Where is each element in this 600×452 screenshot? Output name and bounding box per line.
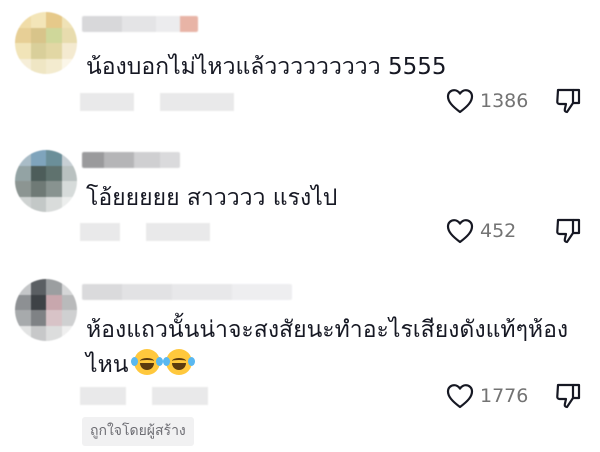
thumbs-down-icon[interactable] <box>554 382 582 410</box>
avatar-pixel <box>46 279 62 295</box>
avatar-pixel <box>61 181 77 197</box>
comment-text-content: ห้องแถวนั้นน่าจะสงสัยนะทำอะไรเสียงดังแท้… <box>86 317 569 378</box>
username-blurred[interactable] <box>82 152 180 168</box>
avatar[interactable] <box>15 12 77 74</box>
avatar-pixel <box>30 165 46 181</box>
avatar[interactable] <box>15 150 77 212</box>
thumbs-down-icon[interactable] <box>554 87 582 115</box>
avatar-pixel <box>46 310 62 326</box>
avatar-pixel <box>30 150 46 166</box>
avatar-pixel <box>46 165 62 181</box>
avatar-pixel <box>30 325 46 341</box>
avatar-pixel <box>61 165 77 181</box>
avatar-pixel <box>61 43 77 59</box>
avatar-pixel <box>15 310 31 326</box>
avatar-pixel <box>15 58 31 74</box>
comment-text: น้องบอกไม่ไหวแล้ววววววววว 5555 <box>86 54 447 80</box>
avatar-pixel <box>30 58 46 74</box>
avatar-pixel <box>61 58 77 74</box>
avatar-pixel <box>46 27 62 43</box>
comment-meta-blurred <box>80 387 208 405</box>
avatar-pixel <box>61 310 77 326</box>
username-blurred[interactable] <box>82 284 292 300</box>
avatar-pixel <box>15 150 31 166</box>
avatar-pixel <box>46 196 62 212</box>
avatar-pixel <box>61 196 77 212</box>
avatar-pixel <box>30 181 46 197</box>
like-group: 1386 <box>446 87 582 115</box>
avatar[interactable] <box>15 279 77 341</box>
avatar-pixel <box>61 279 77 295</box>
heart-icon[interactable] <box>446 218 474 244</box>
avatar-pixel <box>15 196 31 212</box>
like-count: 1776 <box>480 385 529 407</box>
liked-by-creator-badge: ถูกใจโดยผู้สร้าง <box>82 417 194 446</box>
avatar-pixel <box>30 279 46 295</box>
avatar-pixel <box>61 27 77 43</box>
avatar-pixel <box>46 150 62 166</box>
avatar-pixel <box>15 325 31 341</box>
avatar-pixel <box>46 12 62 28</box>
heart-icon[interactable] <box>446 88 474 114</box>
avatar-pixel <box>15 12 31 28</box>
avatar-pixel <box>46 181 62 197</box>
avatar-pixel <box>15 165 31 181</box>
laughing-emoji-icon <box>131 349 164 375</box>
like-count: 1386 <box>480 90 529 112</box>
comment-meta-blurred <box>80 223 210 241</box>
avatar-pixel <box>30 43 46 59</box>
avatar-pixel <box>30 310 46 326</box>
comment-text: ห้องแถวนั้นน่าจะสงสัยนะทำอะไรเสียงดังแท้… <box>86 313 586 383</box>
avatar-pixel <box>61 150 77 166</box>
avatar-pixel <box>30 294 46 310</box>
like-group: 452 <box>446 217 582 245</box>
like-group: 1776 <box>446 382 582 410</box>
like-count: 452 <box>480 220 517 242</box>
heart-icon[interactable] <box>446 383 474 409</box>
avatar-pixel <box>15 294 31 310</box>
comment-text: โอ้ยยยยย สาวววว แรงไป <box>86 185 338 211</box>
comment-meta-blurred <box>80 93 234 111</box>
avatar-pixel <box>61 325 77 341</box>
thumbs-down-icon[interactable] <box>554 217 582 245</box>
laughing-emoji-icon <box>163 349 196 375</box>
avatar-pixel <box>30 12 46 28</box>
avatar-pixel <box>61 12 77 28</box>
avatar-pixel <box>30 196 46 212</box>
avatar-pixel <box>30 27 46 43</box>
avatar-pixel <box>61 294 77 310</box>
avatar-pixel <box>15 43 31 59</box>
avatar-pixel <box>15 279 31 295</box>
username-blurred[interactable] <box>82 16 198 32</box>
avatar-pixel <box>15 181 31 197</box>
avatar-pixel <box>46 43 62 59</box>
avatar-pixel <box>46 294 62 310</box>
avatar-pixel <box>46 58 62 74</box>
avatar-pixel <box>46 325 62 341</box>
avatar-pixel <box>15 27 31 43</box>
